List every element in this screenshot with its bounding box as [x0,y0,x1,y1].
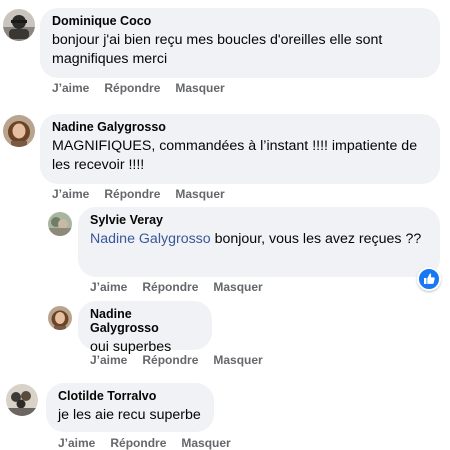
reply-author[interactable]: Nadine Galygrosso [90,307,200,335]
reply-button[interactable]: Répondre [104,81,160,95]
reply-bubble: Sylvie Veray Nadine Galygrosso bonjour, … [78,207,440,277]
reply-actions: J’aime Répondre Masquer [90,353,278,367]
hide-button[interactable]: Masquer [213,353,262,367]
like-button[interactable]: J’aime [90,280,127,294]
mention-link[interactable]: Nadine Galygrosso [90,231,211,247]
reaction-badge[interactable] [417,267,441,291]
comment-author[interactable]: Dominique Coco [52,14,428,28]
comment-text: MAGNIFIQUES, commandées à l’instant !!!!… [52,138,418,173]
reply-button[interactable]: Répondre [142,353,198,367]
reply-author[interactable]: Sylvie Veray [90,213,428,227]
comment-author[interactable]: Nadine Galygrosso [52,120,428,134]
comment-bubble: Clotilde Torralvo je les aie recu superb… [46,383,214,432]
comment-text: bonjour j'ai bien reçu mes boucles d'ore… [52,32,383,67]
like-button[interactable]: J’aime [52,81,89,95]
like-button[interactable]: J’aime [52,187,89,201]
hide-button[interactable]: Masquer [175,187,224,201]
reply-text-body: bonjour, vous les avez reçues ?? [210,231,422,247]
avatar[interactable] [48,306,72,330]
hide-button[interactable]: Masquer [181,436,230,450]
avatar[interactable] [3,9,35,41]
reply-actions: J’aime Répondre Masquer [90,280,278,294]
reply-button[interactable]: Répondre [110,436,166,450]
comment-bubble: Nadine Galygrosso MAGNIFIQUES, commandée… [40,114,440,184]
reply-bubble: Nadine Galygrosso oui superbes [78,301,212,355]
reply-button[interactable]: Répondre [104,187,160,201]
like-button[interactable]: J’aime [90,353,127,367]
comment-text: je les aie recu superbe [58,407,201,423]
avatar[interactable] [48,212,72,236]
like-button[interactable]: J’aime [58,436,95,450]
comment-actions: J’aime Répondre Masquer [52,187,240,201]
comment-actions: J’aime Répondre Masquer [58,436,246,450]
reply-text: Nadine Galygrosso bonjour, vous les avez… [90,230,428,249]
hide-button[interactable]: Masquer [175,81,224,95]
hide-button[interactable]: Masquer [213,280,262,294]
avatar[interactable] [6,384,38,416]
comment-author[interactable]: Clotilde Torralvo [58,389,202,403]
comment-actions: J’aime Répondre Masquer [52,81,240,95]
reply-button[interactable]: Répondre [142,280,198,294]
comment-bubble: Dominique Coco bonjour j'ai bien reçu me… [40,8,440,78]
thumbs-up-icon [424,273,435,284]
avatar[interactable] [3,115,35,147]
